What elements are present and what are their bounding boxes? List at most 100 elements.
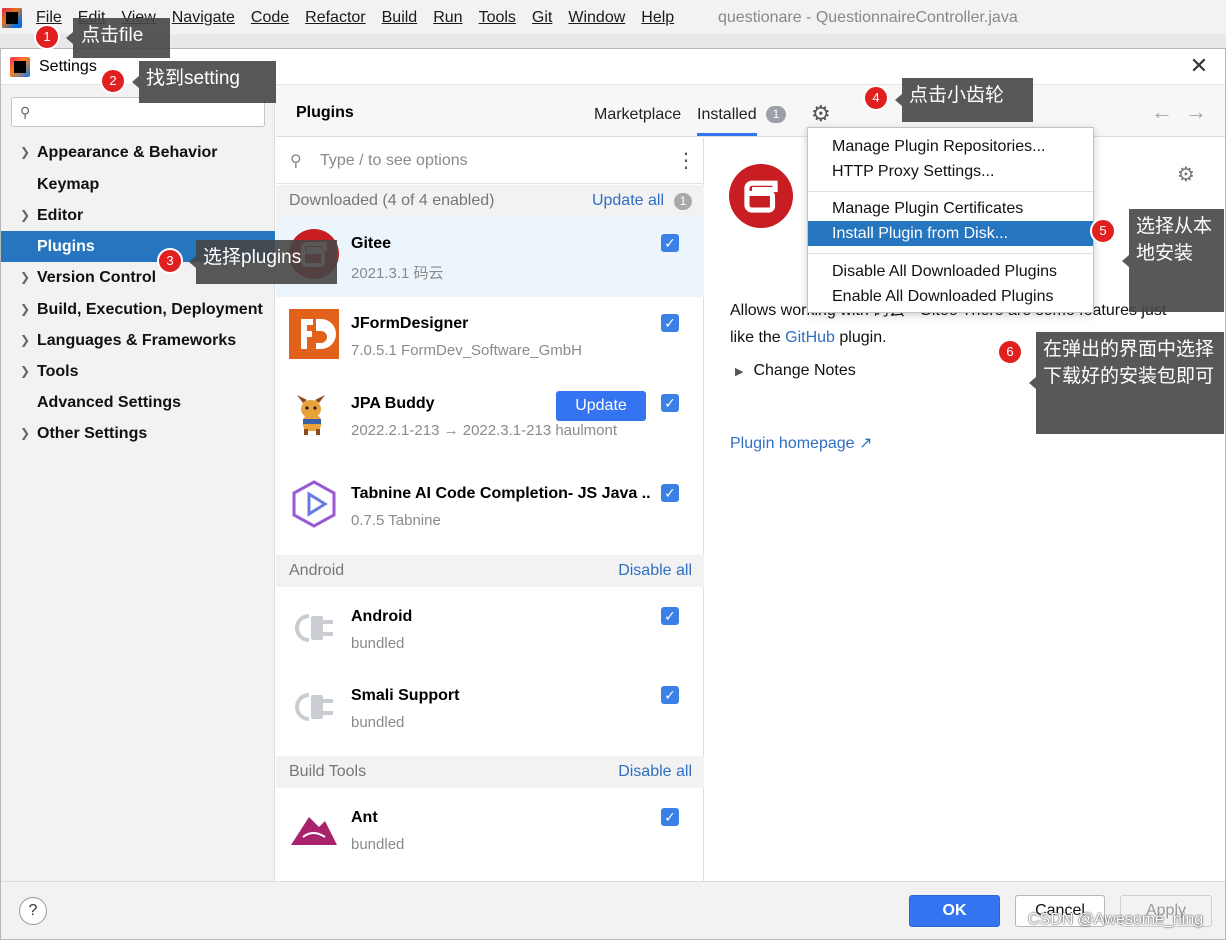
plugin-row-jformdesigner[interactable]: JFormDesigner 7.0.5.1 FormDev_Software_G…: [276, 297, 704, 377]
plug-icon: [289, 681, 339, 731]
editor-tab-strip: [0, 34, 1226, 48]
menu-separator: [808, 253, 1093, 254]
triangle-right-icon: ▶: [735, 366, 744, 378]
plugin-name: Tabnine AI Code Completion- JS Java ...: [351, 485, 651, 502]
group-android: Android Disable all: [276, 555, 704, 587]
github-link[interactable]: GitHub: [785, 329, 835, 346]
description-text: like the: [730, 329, 786, 346]
sidebar-item-keymap[interactable]: Keymap: [1, 169, 275, 200]
menu-item-manage-certificates[interactable]: Manage Plugin Certificates: [808, 196, 1093, 221]
annotation-number: 1: [34, 24, 60, 50]
jpa-buddy-dog-icon: [289, 389, 339, 439]
menu-item-proxy-settings[interactable]: HTTP Proxy Settings...: [808, 159, 1093, 184]
plugin-enabled-checkbox[interactable]: ✓: [661, 394, 679, 412]
menu-git[interactable]: Git: [532, 9, 552, 27]
plugin-name: Android: [351, 608, 413, 625]
menu-build[interactable]: Build: [382, 9, 418, 27]
tab-installed[interactable]: Installed: [697, 106, 757, 136]
sidebar-item-build[interactable]: ❯ Build, Execution, Deployment: [1, 294, 275, 325]
plugin-enabled-checkbox[interactable]: ✓: [661, 314, 679, 332]
plugin-row-android[interactable]: Android bundled ✓: [276, 590, 704, 670]
intellij-app-icon: [10, 57, 30, 77]
update-all-link[interactable]: Update all: [592, 185, 664, 217]
description-text: plugin.: [834, 329, 887, 346]
plugin-row-ant[interactable]: Ant bundled ✓: [276, 791, 704, 871]
plugin-meta: bundled: [351, 714, 405, 731]
annotation-label: 点击小齿轮: [895, 78, 1033, 122]
plugin-meta: 2021.3.1 码云: [351, 265, 444, 282]
more-options-icon[interactable]: ⋮: [676, 148, 696, 173]
plugin-row-smali[interactable]: Smali Support bundled ✓: [276, 669, 704, 749]
sidebar-item-tools[interactable]: ❯ Tools: [1, 356, 275, 387]
plugin-enabled-checkbox[interactable]: ✓: [661, 607, 679, 625]
installed-count-badge: 1: [766, 106, 786, 123]
plugin-search-input[interactable]: ⚲ Type / to see options ⋮: [276, 138, 704, 184]
change-notes-toggle[interactable]: ▶ Change Notes: [735, 362, 856, 380]
group-build-tools: Build Tools Disable all: [276, 756, 704, 788]
sidebar-item-appearance[interactable]: ❯ Appearance & Behavior: [1, 137, 275, 168]
plugin-name: Ant: [351, 809, 378, 826]
menu-item-enable-downloaded[interactable]: Enable All Downloaded Plugins: [808, 284, 1093, 309]
gear-icon[interactable]: ⚙: [811, 101, 831, 127]
menu-item-disable-downloaded[interactable]: Disable All Downloaded Plugins: [808, 259, 1093, 284]
chevron-right-icon: ❯: [20, 333, 31, 347]
plugin-meta: 2022.2.1-213 → 2022.3.1-213 haulmont: [351, 422, 618, 439]
close-icon[interactable]: ✕: [1187, 55, 1211, 79]
sidebar-item-advanced[interactable]: Advanced Settings: [1, 387, 275, 418]
sidebar-item-other[interactable]: ❯ Other Settings: [1, 418, 275, 449]
back-arrow-icon[interactable]: ←: [1151, 99, 1173, 125]
plugin-enabled-checkbox[interactable]: ✓: [661, 808, 679, 826]
annotation-number: 4: [863, 85, 889, 111]
update-button[interactable]: Update: [556, 391, 646, 421]
menu-item-manage-repos[interactable]: Manage Plugin Repositories...: [808, 134, 1093, 159]
plugin-list: ⚲ Type / to see options ⋮ Downloaded (4 …: [276, 138, 704, 881]
plugin-enabled-checkbox[interactable]: ✓: [661, 484, 679, 502]
annotation-number: 5: [1090, 218, 1116, 244]
settings-sidebar: ⚲ ❯ Appearance & Behavior Keymap ❯ Edito…: [1, 85, 275, 881]
annotation-label: 选择plugins: [189, 240, 337, 284]
plugin-row-tabnine[interactable]: Tabnine AI Code Completion- JS Java ... …: [276, 467, 704, 547]
ok-button[interactable]: OK: [909, 895, 1000, 927]
sidebar-item-languages[interactable]: ❯ Languages & Frameworks: [1, 325, 275, 356]
annotation-number: 3: [157, 248, 183, 274]
annotation-number: 6: [997, 339, 1023, 365]
group-label: Android: [289, 562, 345, 579]
tab-marketplace[interactable]: Marketplace: [594, 106, 681, 124]
disable-all-link[interactable]: Disable all: [618, 555, 692, 587]
plugin-row-gitee[interactable]: Gitee 2021.3.1 码云 ✓: [276, 217, 704, 297]
menu-tools[interactable]: Tools: [479, 9, 516, 27]
annotation-number: 2: [100, 68, 126, 94]
annotation-label: 在弹出的界面中选择下载好的安装包即可: [1029, 332, 1224, 434]
disable-all-link[interactable]: Disable all: [618, 756, 692, 788]
intellij-logo-icon: [2, 8, 22, 28]
forward-arrow-icon[interactable]: →: [1185, 99, 1207, 125]
menu-code[interactable]: Code: [251, 9, 289, 27]
chevron-right-icon: ❯: [20, 364, 31, 378]
ant-logo-icon: [289, 803, 339, 853]
menu-window[interactable]: Window: [568, 9, 625, 27]
help-button[interactable]: ?: [19, 897, 47, 925]
chevron-right-icon: ❯: [20, 145, 31, 159]
plugin-name: Gitee: [351, 235, 392, 252]
plugin-row-jpa-buddy[interactable]: JPA Buddy 2022.2.1-213 → 2022.3.1-213 ha…: [276, 377, 704, 457]
menu-help[interactable]: Help: [641, 9, 674, 27]
project-title: questionare - QuestionnaireController.ja…: [718, 9, 1018, 26]
change-notes-label: Change Notes: [753, 362, 856, 379]
menu-navigate[interactable]: Navigate: [172, 9, 235, 27]
gear-icon[interactable]: ⚙: [1177, 162, 1195, 187]
plugin-enabled-checkbox[interactable]: ✓: [661, 686, 679, 704]
search-icon: ⚲: [20, 104, 31, 120]
group-label: Build Tools: [289, 763, 367, 780]
menu-item-install-from-disk[interactable]: Install Plugin from Disk...: [808, 221, 1093, 246]
search-icon: ⚲: [290, 153, 302, 170]
sidebar-item-label: Build, Execution, Deployment: [37, 301, 263, 318]
sidebar-item-editor[interactable]: ❯ Editor: [1, 200, 275, 231]
menu-separator: [808, 191, 1093, 192]
annotation-label: 选择从本地安装: [1122, 209, 1224, 312]
plugin-enabled-checkbox[interactable]: ✓: [661, 234, 679, 252]
menu-run[interactable]: Run: [433, 9, 462, 27]
plugin-homepage-link[interactable]: Plugin homepage ↗: [730, 433, 872, 453]
gear-dropdown-menu: Manage Plugin Repositories... HTTP Proxy…: [807, 127, 1094, 313]
sidebar-item-label: Plugins: [37, 238, 95, 255]
menu-refactor[interactable]: Refactor: [305, 9, 365, 27]
